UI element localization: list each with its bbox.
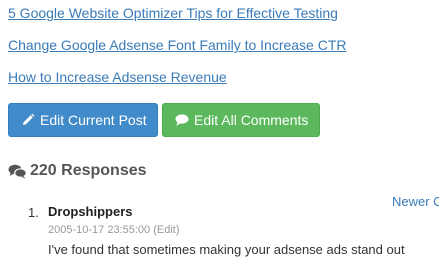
related-post-link[interactable]: 5 Google Website Optimizer Tips for Effe…: [8, 5, 338, 21]
edit-current-post-button[interactable]: Edit Current Post: [8, 103, 158, 137]
comment-edit-link[interactable]: (Edit): [153, 224, 179, 236]
comment-text: I've found that sometimes making your ad…: [48, 242, 405, 257]
comment-meta: 2005-10-17 23:55:00 (Edit): [48, 224, 180, 236]
related-post-link[interactable]: How to Increase Adsense Revenue: [8, 69, 227, 85]
pencil-icon: [21, 113, 35, 127]
comment-bubble-icon: [175, 113, 189, 127]
comment-author[interactable]: Dropshippers: [48, 204, 133, 219]
edit-all-comments-label: Edit All Comments: [194, 112, 309, 128]
comment-timestamp: 2005-10-17 23:55:00: [48, 224, 151, 236]
edit-all-comments-button[interactable]: Edit All Comments: [162, 103, 320, 137]
page: 5 Google Website Optimizer Tips for Effe…: [0, 0, 439, 260]
related-post-link[interactable]: Change Google Adsense Font Family to Inc…: [8, 37, 347, 53]
newer-comments-link[interactable]: Newer C: [392, 194, 439, 209]
responses-heading: 220 Responses: [8, 162, 147, 180]
comment-number: 1.: [28, 205, 39, 220]
responses-count: 220 Responses: [30, 162, 147, 179]
comments-icon: [8, 164, 27, 179]
edit-current-post-label: Edit Current Post: [40, 112, 147, 128]
